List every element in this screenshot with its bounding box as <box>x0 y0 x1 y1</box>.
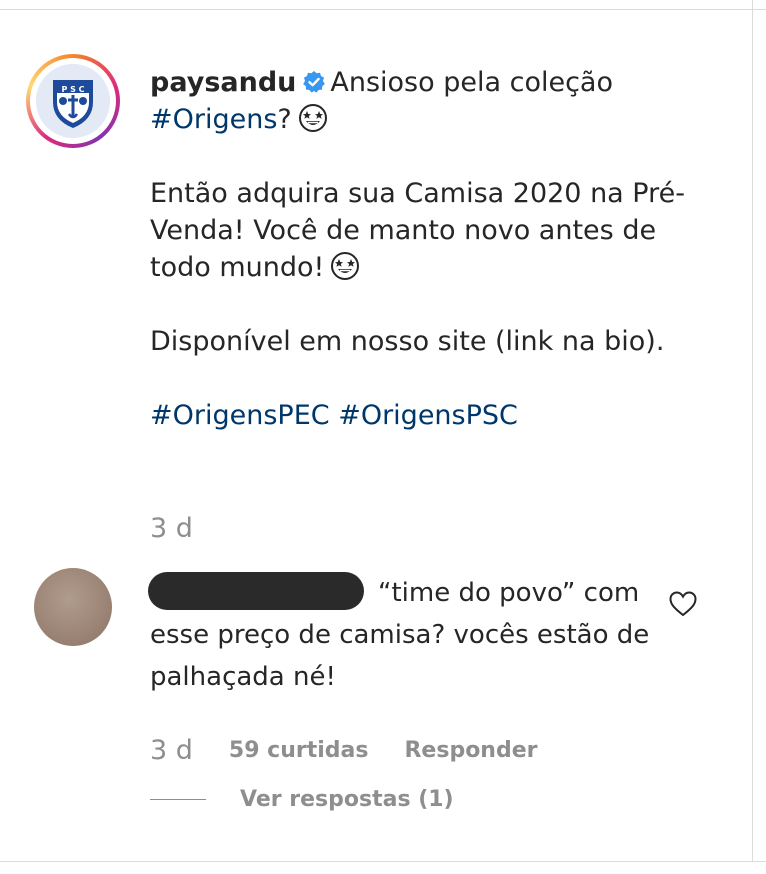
caption-paragraph-3: Disponível em nosso site (link na bio). <box>150 326 665 357</box>
right-border <box>752 0 753 862</box>
star-struck-emoji-icon <box>331 252 360 280</box>
reply-button[interactable]: Responder <box>404 738 537 763</box>
hashtag-origens[interactable]: #Origens <box>150 104 277 135</box>
comment: “time do povo” com esse preço de camisa?… <box>0 560 752 820</box>
post-username[interactable]: paysandu <box>150 67 296 98</box>
caption-hashtags: #OrigensPEC #OrigensPSC <box>150 397 710 434</box>
view-replies-button[interactable]: Ver respostas (1) <box>150 784 454 814</box>
comment-likes-count[interactable]: 59 curtidas <box>229 738 369 763</box>
heart-outline-icon[interactable] <box>668 590 698 618</box>
svg-text:P S C: P S C <box>61 85 84 94</box>
top-border <box>0 9 766 10</box>
club-crest-icon: P S C <box>36 64 110 138</box>
caption-paragraph-2: Então adquira sua Camisa 2020 na Pré-Ven… <box>150 178 685 283</box>
replies-divider <box>150 798 206 800</box>
hashtag-origenspsc[interactable]: #OrigensPSC <box>338 400 518 431</box>
star-struck-emoji-icon <box>298 104 327 132</box>
caption-question-mark: ? <box>277 104 292 135</box>
comment-timestamp[interactable]: 3 d <box>150 735 193 766</box>
caption-intro: Ansioso pela coleção <box>330 67 613 98</box>
comment-text: “time do povo” com esse preço de camisa?… <box>150 578 650 692</box>
comment-meta: 3 d 59 curtidas Responder <box>150 730 537 770</box>
profile-avatar[interactable]: P S C <box>26 54 120 148</box>
commenter-avatar[interactable] <box>34 568 112 646</box>
bottom-border <box>0 861 766 862</box>
verified-badge-icon <box>303 71 326 93</box>
caption-text: paysandu Ansioso pela coleção #Origens? … <box>150 64 710 434</box>
view-replies-label: Ver respostas (1) <box>240 786 454 812</box>
hashtag-origenspec[interactable]: #OrigensPEC <box>150 400 330 431</box>
post-timestamp[interactable]: 3 d <box>150 513 193 544</box>
